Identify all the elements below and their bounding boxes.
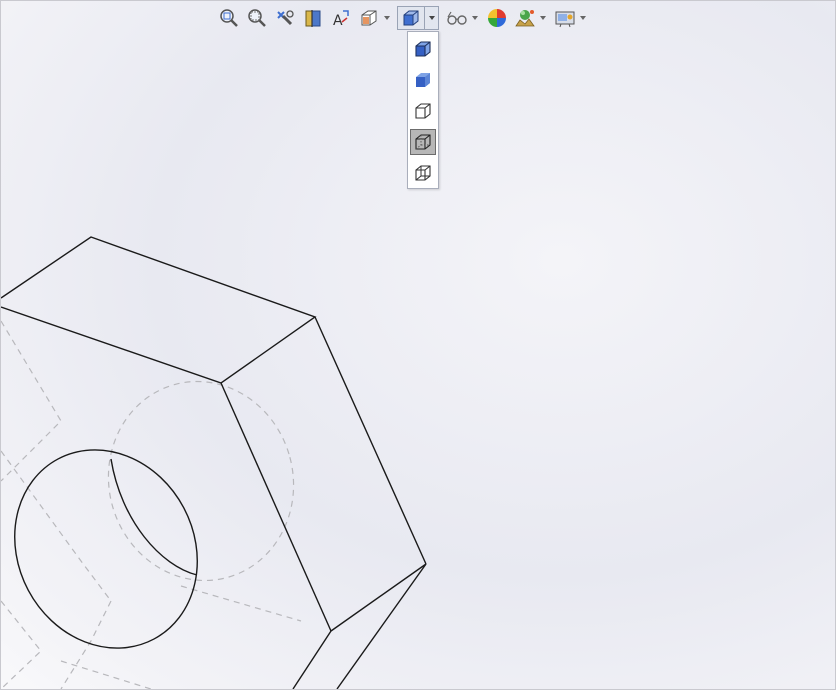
shaded-icon <box>416 73 430 87</box>
shaded-option[interactable] <box>410 67 436 93</box>
apply-scene-button[interactable] <box>513 6 537 30</box>
wireframe-icon <box>415 165 431 181</box>
section-view-button[interactable] <box>301 6 325 30</box>
zoom-to-fit-button[interactable] <box>217 6 241 30</box>
view-settings-dropdown[interactable] <box>577 6 589 30</box>
hide-show-items-icon <box>447 11 467 25</box>
section-view-icon <box>305 10 321 27</box>
shaded-with-edges-icon <box>415 41 431 57</box>
hidden-lines-visible-icon <box>415 134 431 150</box>
shaded-with-edges-option[interactable] <box>410 36 436 62</box>
view-orientation-button[interactable] <box>357 6 381 30</box>
zoom-to-area-icon <box>248 9 266 27</box>
apply-scene-dropdown[interactable] <box>537 6 549 30</box>
hidden-lines-visible-option[interactable] <box>410 129 436 155</box>
visible-edges <box>1 236 427 689</box>
chevron-down-icon <box>580 16 586 20</box>
hidden-lines-removed-option[interactable] <box>410 98 436 124</box>
hidden-edges <box>1 320 302 689</box>
display-style-menu <box>407 31 439 189</box>
previous-view-icon <box>277 10 294 26</box>
heads-up-view-toolbar: A <box>217 5 593 31</box>
dynamic-annotation-views-button[interactable]: A <box>329 6 353 30</box>
display-style-dropdown[interactable] <box>425 6 439 30</box>
edit-appearance-icon <box>488 9 506 27</box>
display-style-button[interactable] <box>397 6 425 30</box>
chevron-down-icon <box>472 16 478 20</box>
previous-view-button[interactable] <box>273 6 297 30</box>
display-style-icon <box>403 10 419 26</box>
hide-show-items-dropdown[interactable] <box>469 6 481 30</box>
chevron-down-icon <box>428 16 435 20</box>
chevron-down-icon <box>384 16 390 20</box>
dynamic-annotation-views-icon: A <box>333 10 349 28</box>
edit-appearance-button[interactable] <box>485 6 509 30</box>
chevron-down-icon <box>540 16 546 20</box>
svg-text:A: A <box>333 13 343 28</box>
wireframe-option[interactable] <box>410 160 436 186</box>
view-orientation-dropdown[interactable] <box>381 6 393 30</box>
graphics-area[interactable]: A <box>0 0 836 690</box>
view-orientation-icon <box>361 10 377 26</box>
view-settings-icon <box>555 11 575 28</box>
hide-show-items-button[interactable] <box>445 6 469 30</box>
zoom-to-fit-icon <box>220 9 238 27</box>
hidden-lines-removed-icon <box>415 103 431 119</box>
apply-scene-icon <box>515 10 535 27</box>
zoom-to-area-button[interactable] <box>245 6 269 30</box>
view-settings-button[interactable] <box>553 6 577 30</box>
